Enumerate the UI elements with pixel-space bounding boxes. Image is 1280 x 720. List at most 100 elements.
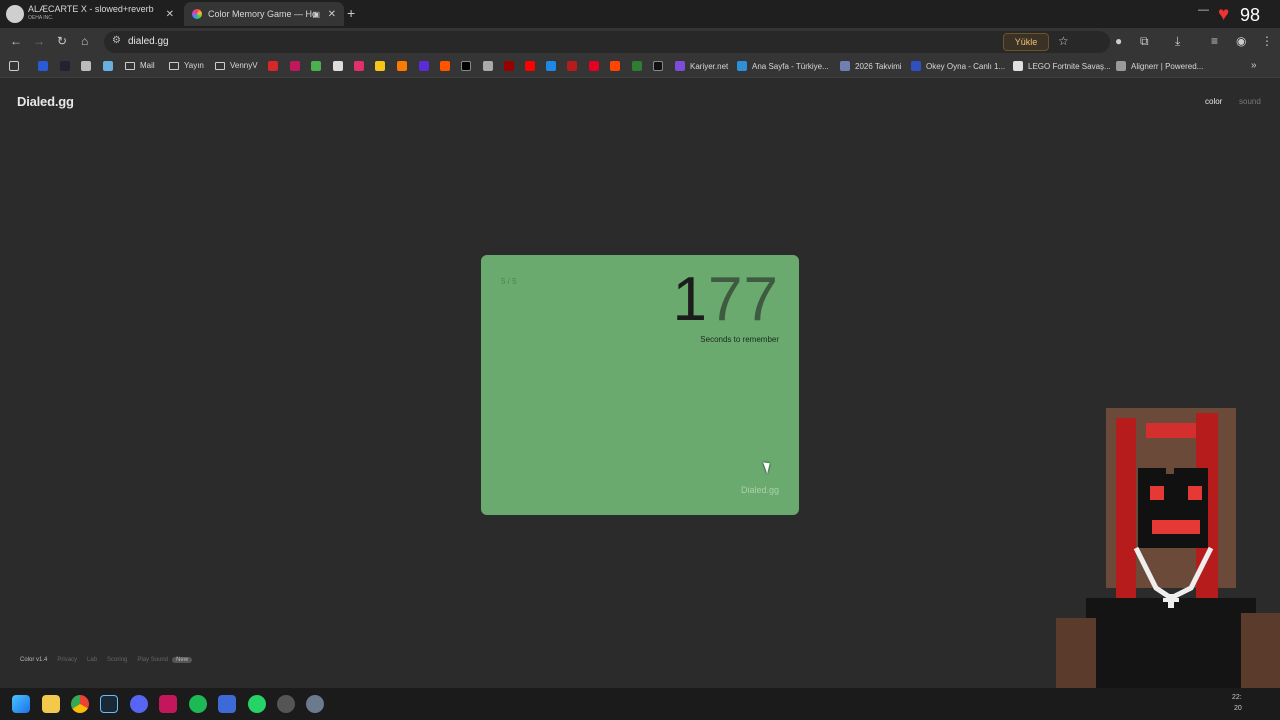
url-text[interactable]: dialed.gg	[128, 36, 169, 47]
audio-playing-icon[interactable]: ▣	[312, 10, 320, 19]
bookmark-icon[interactable]	[290, 61, 300, 71]
extensions-puzzle-icon[interactable]: ⧉	[1140, 34, 1149, 49]
bookmark-alignerr[interactable]: Alignerr | Powered...	[1116, 61, 1203, 71]
bookmark-icon[interactable]	[397, 61, 407, 71]
bookmark-icon[interactable]	[567, 61, 577, 71]
tab-title: ALÆCARTE X - slowed+reverb	[28, 4, 154, 14]
bookmark-icon[interactable]	[504, 61, 514, 71]
app-icon[interactable]	[159, 695, 177, 713]
settings-gear-icon[interactable]	[306, 695, 324, 713]
bookmark-icon[interactable]	[268, 61, 278, 71]
folder-icon	[215, 61, 225, 70]
app-icon[interactable]	[277, 695, 295, 713]
bookmark-label: Yayın	[184, 61, 204, 70]
mode-sound-link[interactable]: sound	[1239, 97, 1261, 106]
heart-counter: 98	[1240, 5, 1261, 25]
address-bar[interactable]: ⚙ dialed.gg	[104, 31, 1110, 53]
bookmark-icon[interactable]	[60, 61, 70, 71]
bookmark-icon	[1116, 61, 1126, 71]
reading-list-icon[interactable]: ≡	[1211, 34, 1218, 48]
footer-link-scoring[interactable]: Scoring	[107, 657, 127, 663]
bookmark-folder-mail[interactable]: Mail	[125, 61, 155, 70]
spotify-icon[interactable]	[189, 695, 207, 713]
soundcloud-icon[interactable]	[440, 61, 450, 71]
site-logo[interactable]: Dialed.gg	[17, 94, 74, 109]
avatar-eye	[1188, 486, 1202, 500]
footer-link-lab[interactable]: Lab	[87, 657, 97, 663]
apps-grid-icon[interactable]	[9, 61, 19, 71]
bookmark-ana-sayfa[interactable]: Ana Sayfa - Türkiye...	[737, 61, 829, 71]
instagram-icon[interactable]	[354, 61, 364, 71]
file-explorer-icon[interactable]	[42, 695, 60, 713]
youtube-icon[interactable]	[525, 61, 535, 71]
profile-icon[interactable]: ◉	[1236, 34, 1246, 48]
bookmark-icon[interactable]	[483, 61, 493, 71]
bookmark-okey[interactable]: Okey Oyna - Canlı 1...	[911, 61, 1005, 71]
bookmark-label: Kariyer.net	[690, 61, 729, 71]
app-window-icon[interactable]	[218, 695, 236, 713]
tab-music[interactable]: ALÆCARTE X - slowed+reverb OEHA INC. ✕	[4, 2, 182, 26]
tab-color-memory-game[interactable]: Color Memory Game — Ho ▣ ✕	[184, 2, 344, 26]
screen: ALÆCARTE X - slowed+reverb OEHA INC. ✕ C…	[0, 0, 1280, 720]
upload-button[interactable]: Yükle	[1003, 33, 1049, 51]
tab-title: Color Memory Game — Ho	[208, 9, 318, 19]
bookmark-icon[interactable]	[632, 61, 642, 71]
card-brand: Dialed.gg	[740, 485, 779, 495]
pinterest-icon[interactable]	[589, 61, 599, 71]
back-icon[interactable]: ←	[10, 34, 22, 48]
round-counter: 5 / 5	[501, 277, 517, 286]
bookmark-label: VennyV	[230, 61, 258, 70]
reload-icon[interactable]: ↻	[57, 34, 67, 48]
bookmark-icon[interactable]	[311, 61, 321, 71]
bookmark-folder-vennyv[interactable]: VennyV	[215, 61, 258, 70]
bookmark-icon	[840, 61, 850, 71]
reddit-icon[interactable]	[610, 61, 620, 71]
bookmark-folder-yayin[interactable]: Yayın	[169, 61, 204, 70]
upload-label: Yükle	[1014, 37, 1038, 47]
bookmark-icon[interactable]	[38, 61, 48, 71]
forward-icon[interactable]: →	[33, 34, 45, 48]
tiktok-icon[interactable]	[653, 61, 663, 71]
menu-icon[interactable]: ⋮	[1261, 34, 1273, 48]
avatar-hair-streak	[1116, 418, 1136, 608]
x-icon[interactable]	[461, 61, 471, 71]
steam-icon[interactable]	[100, 695, 118, 713]
more-bookmarks-icon[interactable]: »	[1251, 60, 1257, 71]
close-tab-icon[interactable]: ✕	[166, 9, 174, 20]
whatsapp-icon[interactable]	[248, 695, 266, 713]
bookmark-icon[interactable]	[546, 61, 556, 71]
bookmark-takvim[interactable]: 2026 Takvimi	[840, 61, 902, 71]
mode-color-link[interactable]: color	[1205, 97, 1222, 106]
tab-avatar-icon	[6, 5, 24, 23]
footer-link-play-sound[interactable]: Play Sound	[137, 657, 168, 663]
heart-icon: ♥	[1218, 4, 1230, 25]
site-info-icon[interactable]: ⚙	[112, 35, 121, 46]
bookmark-icon[interactable]	[81, 61, 91, 71]
new-tab-button[interactable]: +	[347, 5, 355, 21]
bookmark-icon[interactable]	[419, 61, 429, 71]
home-icon[interactable]: ⌂	[81, 34, 88, 48]
bookmark-lego[interactable]: LEGO Fortnite Savaş...	[1013, 61, 1111, 71]
tab-strip: ALÆCARTE X - slowed+reverb OEHA INC. ✕ C…	[0, 0, 1280, 28]
windows-start-icon[interactable]	[12, 695, 30, 713]
bookmark-label: Alignerr | Powered...	[1131, 61, 1204, 71]
extension-icon[interactable]: ●	[1115, 34, 1122, 48]
minimize-button[interactable]: —	[1198, 4, 1209, 16]
version-label: Color v1.4	[20, 657, 48, 663]
discord-icon[interactable]	[130, 695, 148, 713]
bookmark-icon[interactable]	[333, 61, 343, 71]
color-wheel-icon	[192, 9, 202, 19]
bookmark-icon	[911, 61, 921, 71]
avatar-hair-streak	[1146, 423, 1196, 438]
bookmark-star-icon[interactable]: ☆	[1058, 34, 1069, 48]
avatar-cross-pendant	[1163, 598, 1179, 602]
system-clock[interactable]: 22: 20	[1232, 692, 1242, 714]
bookmark-icon[interactable]	[103, 61, 113, 71]
avatar-body	[1086, 598, 1256, 688]
download-icon[interactable]: ⤓	[1175, 34, 1180, 49]
chrome-icon[interactable]	[71, 695, 89, 713]
bookmark-icon[interactable]	[375, 61, 385, 71]
close-tab-icon[interactable]: ✕	[328, 9, 336, 20]
footer-link-privacy[interactable]: Privacy	[57, 657, 77, 663]
bookmark-kariyer[interactable]: Kariyer.net	[675, 61, 728, 71]
